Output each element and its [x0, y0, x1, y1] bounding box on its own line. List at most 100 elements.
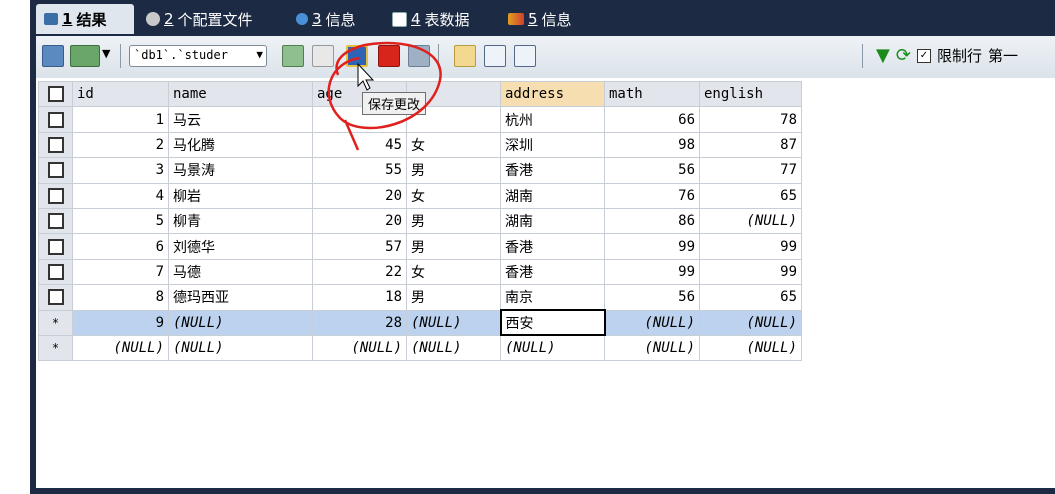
- cell-age[interactable]: 20: [312, 207, 407, 235]
- cell-sex[interactable]: 男: [406, 157, 501, 184]
- row-selector[interactable]: [38, 284, 73, 311]
- cell-name[interactable]: (NULL): [168, 334, 313, 362]
- form-view-icon[interactable]: [484, 45, 506, 67]
- cell-math[interactable]: (NULL): [604, 334, 700, 362]
- cell-id[interactable]: 1: [72, 106, 169, 133]
- cell-address[interactable]: 香港: [500, 233, 605, 260]
- cell-name[interactable]: 马云: [168, 106, 313, 133]
- cell-english[interactable]: 99: [699, 233, 802, 260]
- cell-math[interactable]: 98: [604, 131, 700, 159]
- export-icon[interactable]: [70, 45, 100, 67]
- cell-address[interactable]: 香港: [500, 157, 605, 184]
- column-header-address[interactable]: address: [500, 80, 605, 108]
- cell-english[interactable]: 77: [699, 157, 802, 184]
- duplicate-row-icon[interactable]: [312, 45, 334, 67]
- cell-english[interactable]: (NULL): [699, 207, 802, 235]
- cell-id[interactable]: 4: [72, 182, 169, 209]
- cell-english[interactable]: 99: [699, 258, 802, 286]
- cell-name[interactable]: 马德: [168, 258, 313, 286]
- grid-view-icon[interactable]: [454, 45, 476, 67]
- tab-results[interactable]: 1 结果: [36, 4, 134, 34]
- cell-name[interactable]: 柳青: [168, 207, 313, 235]
- cell-sex[interactable]: 男: [406, 284, 501, 311]
- cell-sex[interactable]: (NULL): [406, 334, 501, 362]
- tab-profile[interactable]: 2 个配置文件: [138, 4, 278, 34]
- cell-id[interactable]: (NULL): [72, 334, 169, 362]
- table-row[interactable]: 7 马德 22 女香港 99 99: [38, 258, 802, 286]
- tab-info[interactable]: 3 信息: [288, 4, 384, 34]
- row-checkbox[interactable]: [47, 263, 64, 280]
- cell-id[interactable]: 3: [72, 157, 169, 184]
- cell-age[interactable]: 57: [312, 233, 407, 260]
- cell-english[interactable]: (NULL): [699, 334, 802, 362]
- cell-name[interactable]: 德玛西亚: [168, 284, 313, 311]
- column-header-english[interactable]: english: [699, 80, 802, 108]
- cell-address[interactable]: (NULL): [500, 334, 605, 362]
- limit-rows-checkbox[interactable]: ✓: [916, 48, 931, 63]
- row-checkbox[interactable]: [47, 238, 64, 255]
- row-selector[interactable]: [38, 182, 73, 209]
- cell-age[interactable]: 45: [312, 131, 407, 159]
- cell-math[interactable]: 99: [604, 258, 700, 286]
- cell-name[interactable]: 柳岩: [168, 182, 313, 209]
- cell-sex[interactable]: 女: [406, 182, 501, 209]
- tab-table-data[interactable]: 4 表数据: [384, 4, 494, 34]
- cell-english[interactable]: 65: [699, 284, 802, 311]
- cell-math[interactable]: 99: [604, 233, 700, 260]
- tab-history[interactable]: 5 信息: [500, 4, 596, 34]
- cell-name[interactable]: 马化腾: [168, 131, 313, 159]
- cell-english[interactable]: (NULL): [699, 309, 802, 336]
- insert-row-icon[interactable]: [42, 45, 64, 67]
- table-row[interactable]: * (NULL) (NULL) (NULL) (NULL) (NULL) (NULL) (NU…: [38, 334, 802, 362]
- cell-sex[interactable]: 男: [406, 207, 501, 235]
- cell-math[interactable]: 76: [604, 182, 700, 209]
- cell-age[interactable]: 20: [312, 182, 407, 209]
- cell-id[interactable]: 5: [72, 207, 169, 235]
- row-selector[interactable]: [38, 106, 73, 133]
- row-selector[interactable]: *: [38, 334, 73, 362]
- cell-name[interactable]: 马景涛: [168, 157, 313, 184]
- delete-icon[interactable]: [378, 45, 400, 67]
- row-selector[interactable]: [38, 131, 73, 159]
- row-selector[interactable]: [38, 233, 73, 260]
- cell-id[interactable]: 8: [72, 284, 169, 311]
- cell-name[interactable]: 刘德华: [168, 233, 313, 260]
- cell-address[interactable]: 深圳: [500, 131, 605, 159]
- table-row[interactable]: 3 马景涛 55 男香港 56 77: [38, 157, 802, 184]
- row-selector[interactable]: [38, 207, 73, 235]
- cell-address[interactable]: 湖南: [500, 207, 605, 235]
- cell-id[interactable]: 6: [72, 233, 169, 260]
- cell-age[interactable]: 28: [312, 309, 407, 336]
- table-row[interactable]: 6 刘德华 57 男香港 99 99: [38, 233, 802, 260]
- row-checkbox[interactable]: [47, 136, 64, 153]
- filter-icon[interactable]: ▼: [876, 45, 890, 66]
- cell-age[interactable]: 18: [312, 284, 407, 311]
- cell-address[interactable]: 西安: [499, 309, 606, 337]
- table-row[interactable]: 4 柳岩 20 女湖南 76 65: [38, 182, 802, 209]
- table-row[interactable]: 2 马化腾 45 女深圳 98 87: [38, 131, 802, 159]
- export-dropdown-icon[interactable]: ▼: [102, 47, 110, 60]
- cell-math[interactable]: 66: [604, 106, 700, 133]
- text-view-icon[interactable]: [514, 45, 536, 67]
- refresh-icon[interactable]: ⟳: [896, 45, 911, 66]
- row-checkbox[interactable]: [47, 187, 64, 204]
- column-header-name[interactable]: name: [168, 80, 313, 108]
- table-selector[interactable]: `db1`.`studer ▼: [129, 45, 267, 67]
- cell-id[interactable]: 2: [72, 131, 169, 159]
- cell-english[interactable]: 65: [699, 182, 802, 209]
- cell-sex[interactable]: 女: [406, 131, 501, 159]
- row-checkbox[interactable]: [47, 289, 64, 306]
- table-row[interactable]: * 9 (NULL) 28 (NULL) 西安 (NULL) (NULL): [38, 309, 802, 337]
- table-row[interactable]: 8 德玛西亚 18 男南京 56 65: [38, 284, 802, 311]
- cell-address[interactable]: 湖南: [500, 182, 605, 209]
- cell-age[interactable]: (NULL): [312, 334, 407, 362]
- row-selector[interactable]: [38, 157, 73, 184]
- save-icon[interactable]: [346, 45, 368, 67]
- add-row-icon[interactable]: [282, 45, 304, 67]
- cell-address[interactable]: 杭州: [500, 106, 605, 133]
- cell-age[interactable]: 55: [312, 157, 407, 184]
- column-header-id[interactable]: id: [72, 80, 169, 108]
- row-selector[interactable]: *: [38, 309, 73, 336]
- row-checkbox[interactable]: [47, 213, 64, 230]
- select-all-checkbox[interactable]: [38, 80, 73, 108]
